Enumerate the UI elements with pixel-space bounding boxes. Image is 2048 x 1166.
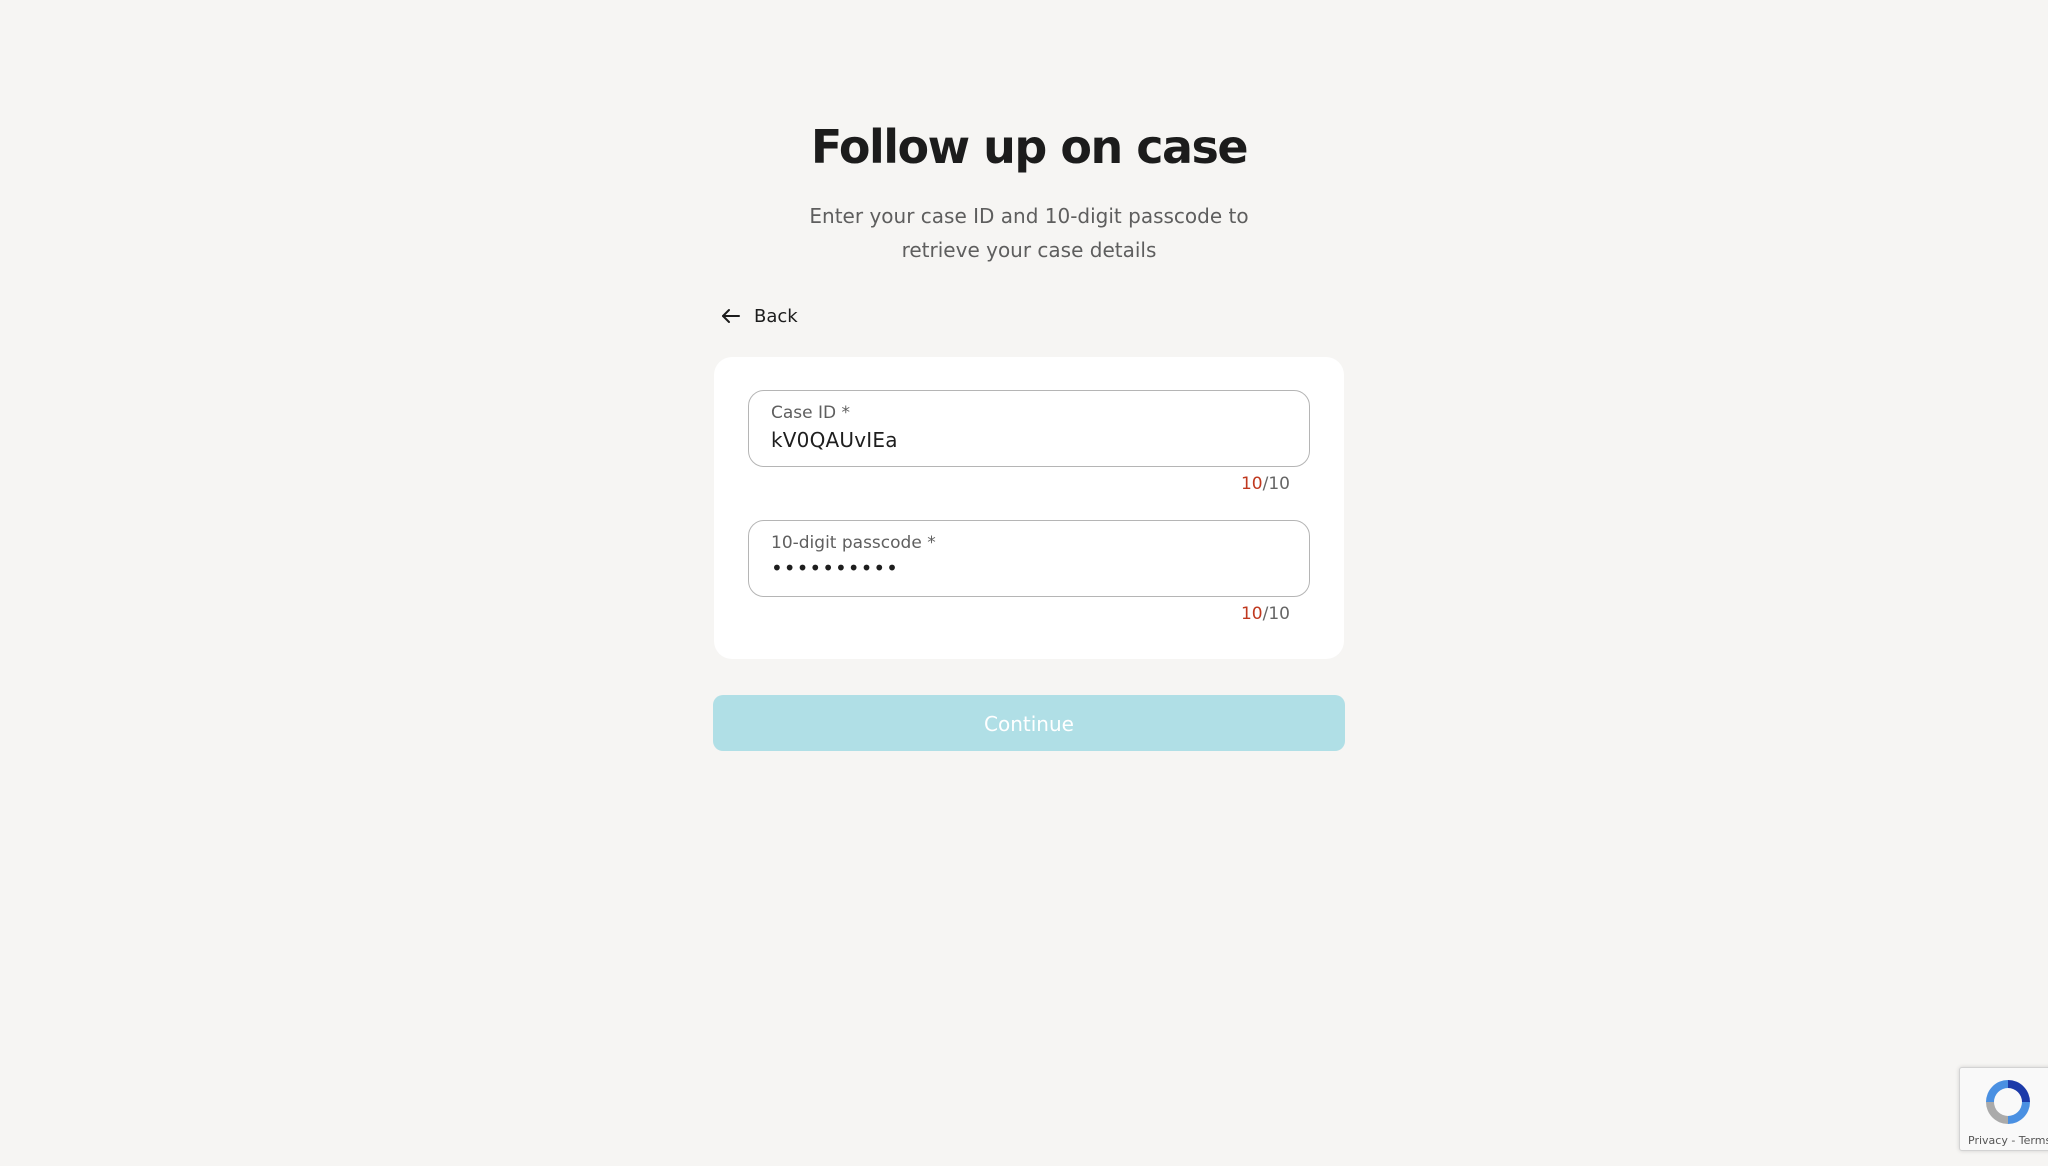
continue-button[interactable]: Continue: [713, 695, 1345, 751]
recaptcha-badge[interactable]: Privacy - Terms: [1959, 1067, 2048, 1151]
case-id-field[interactable]: Case ID * kV0QAUvIEa: [748, 390, 1310, 467]
case-form-card: Case ID * kV0QAUvIEa 10/10 10-digit pass…: [714, 357, 1344, 659]
recaptcha-privacy-link[interactable]: Privacy: [1968, 1134, 2008, 1147]
recaptcha-terms-link[interactable]: Terms: [2019, 1134, 2048, 1147]
page-title: Follow up on case: [810, 120, 1249, 174]
page-subtitle: Enter your case ID and 10-digit passcode…: [809, 204, 1249, 262]
case-id-input[interactable]: kV0QAUvIEa: [771, 428, 898, 452]
recaptcha-logo-icon: [1982, 1076, 2034, 1128]
case-id-char-counter: 10/10: [1241, 474, 1290, 494]
arrow-left-icon: [720, 305, 742, 327]
passcode-count-max: 10: [1268, 604, 1290, 624]
case-id-label: Case ID *: [771, 403, 851, 423]
passcode-char-counter: 10/10: [1241, 604, 1290, 624]
passcode-label: 10-digit passcode *: [771, 533, 936, 553]
case-id-count-current: 10: [1240, 474, 1263, 494]
passcode-input[interactable]: ••••••••••: [771, 556, 899, 580]
back-label: Back: [754, 305, 798, 327]
passcode-count-current: 10: [1240, 604, 1263, 624]
case-id-count-max: 10: [1268, 474, 1290, 494]
back-link[interactable]: Back: [720, 302, 798, 330]
passcode-field[interactable]: 10-digit passcode * ••••••••••: [748, 520, 1310, 597]
recaptcha-links: Privacy - Terms: [1968, 1134, 2048, 1147]
recaptcha-separator: -: [2007, 1134, 2019, 1147]
